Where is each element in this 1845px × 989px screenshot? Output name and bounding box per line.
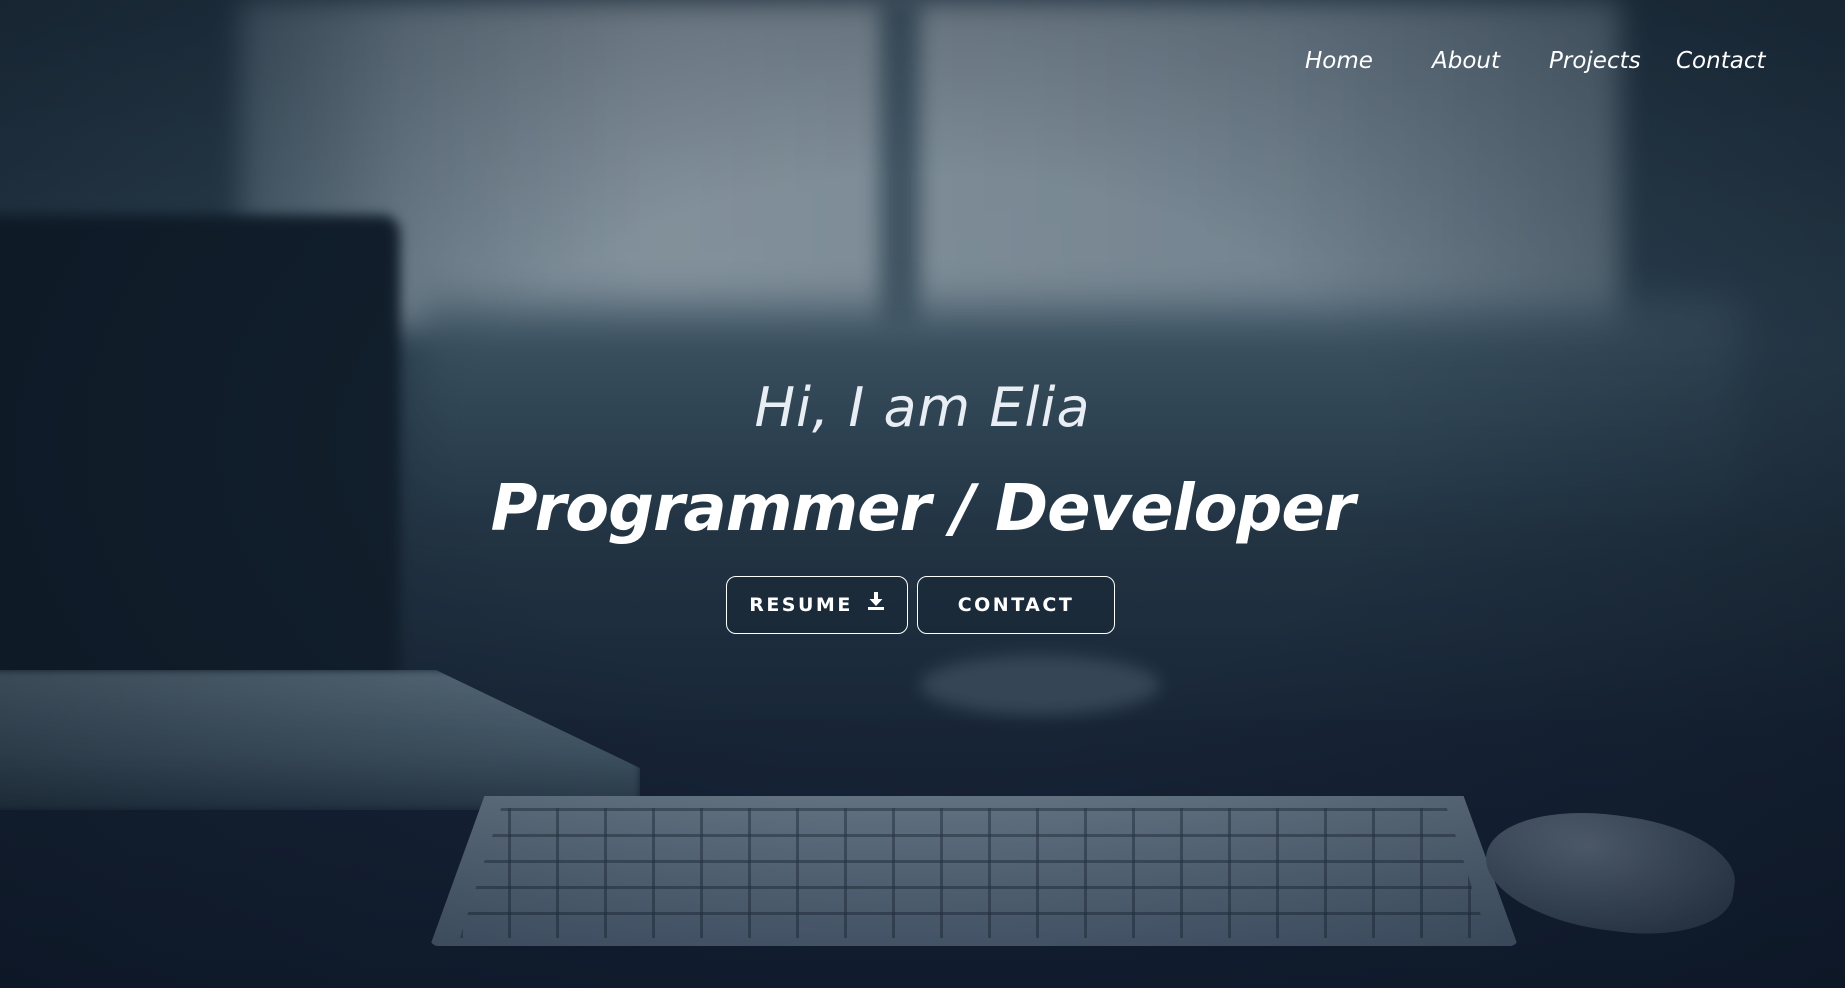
contact-button[interactable]: CONTACT bbox=[917, 576, 1115, 634]
hero-greeting: Hi, I am Elia bbox=[754, 376, 1091, 439]
hero-headline: Programmer / Developer bbox=[490, 472, 1356, 546]
nav-link-contact[interactable]: Contact bbox=[1676, 48, 1765, 74]
download-icon bbox=[867, 591, 885, 611]
contact-button-label: CONTACT bbox=[957, 594, 1075, 616]
nav-link-projects[interactable]: Projects bbox=[1549, 48, 1641, 74]
nav-link-home[interactable]: Home bbox=[1305, 48, 1373, 74]
top-nav: Home About Projects Contact bbox=[0, 48, 1845, 80]
resume-button-label: RESUME bbox=[749, 594, 853, 616]
resume-button[interactable]: RESUME bbox=[726, 576, 908, 634]
nav-link-about[interactable]: About bbox=[1432, 48, 1500, 74]
hero-section: Home About Projects Contact Hi, I am Eli… bbox=[0, 0, 1845, 989]
